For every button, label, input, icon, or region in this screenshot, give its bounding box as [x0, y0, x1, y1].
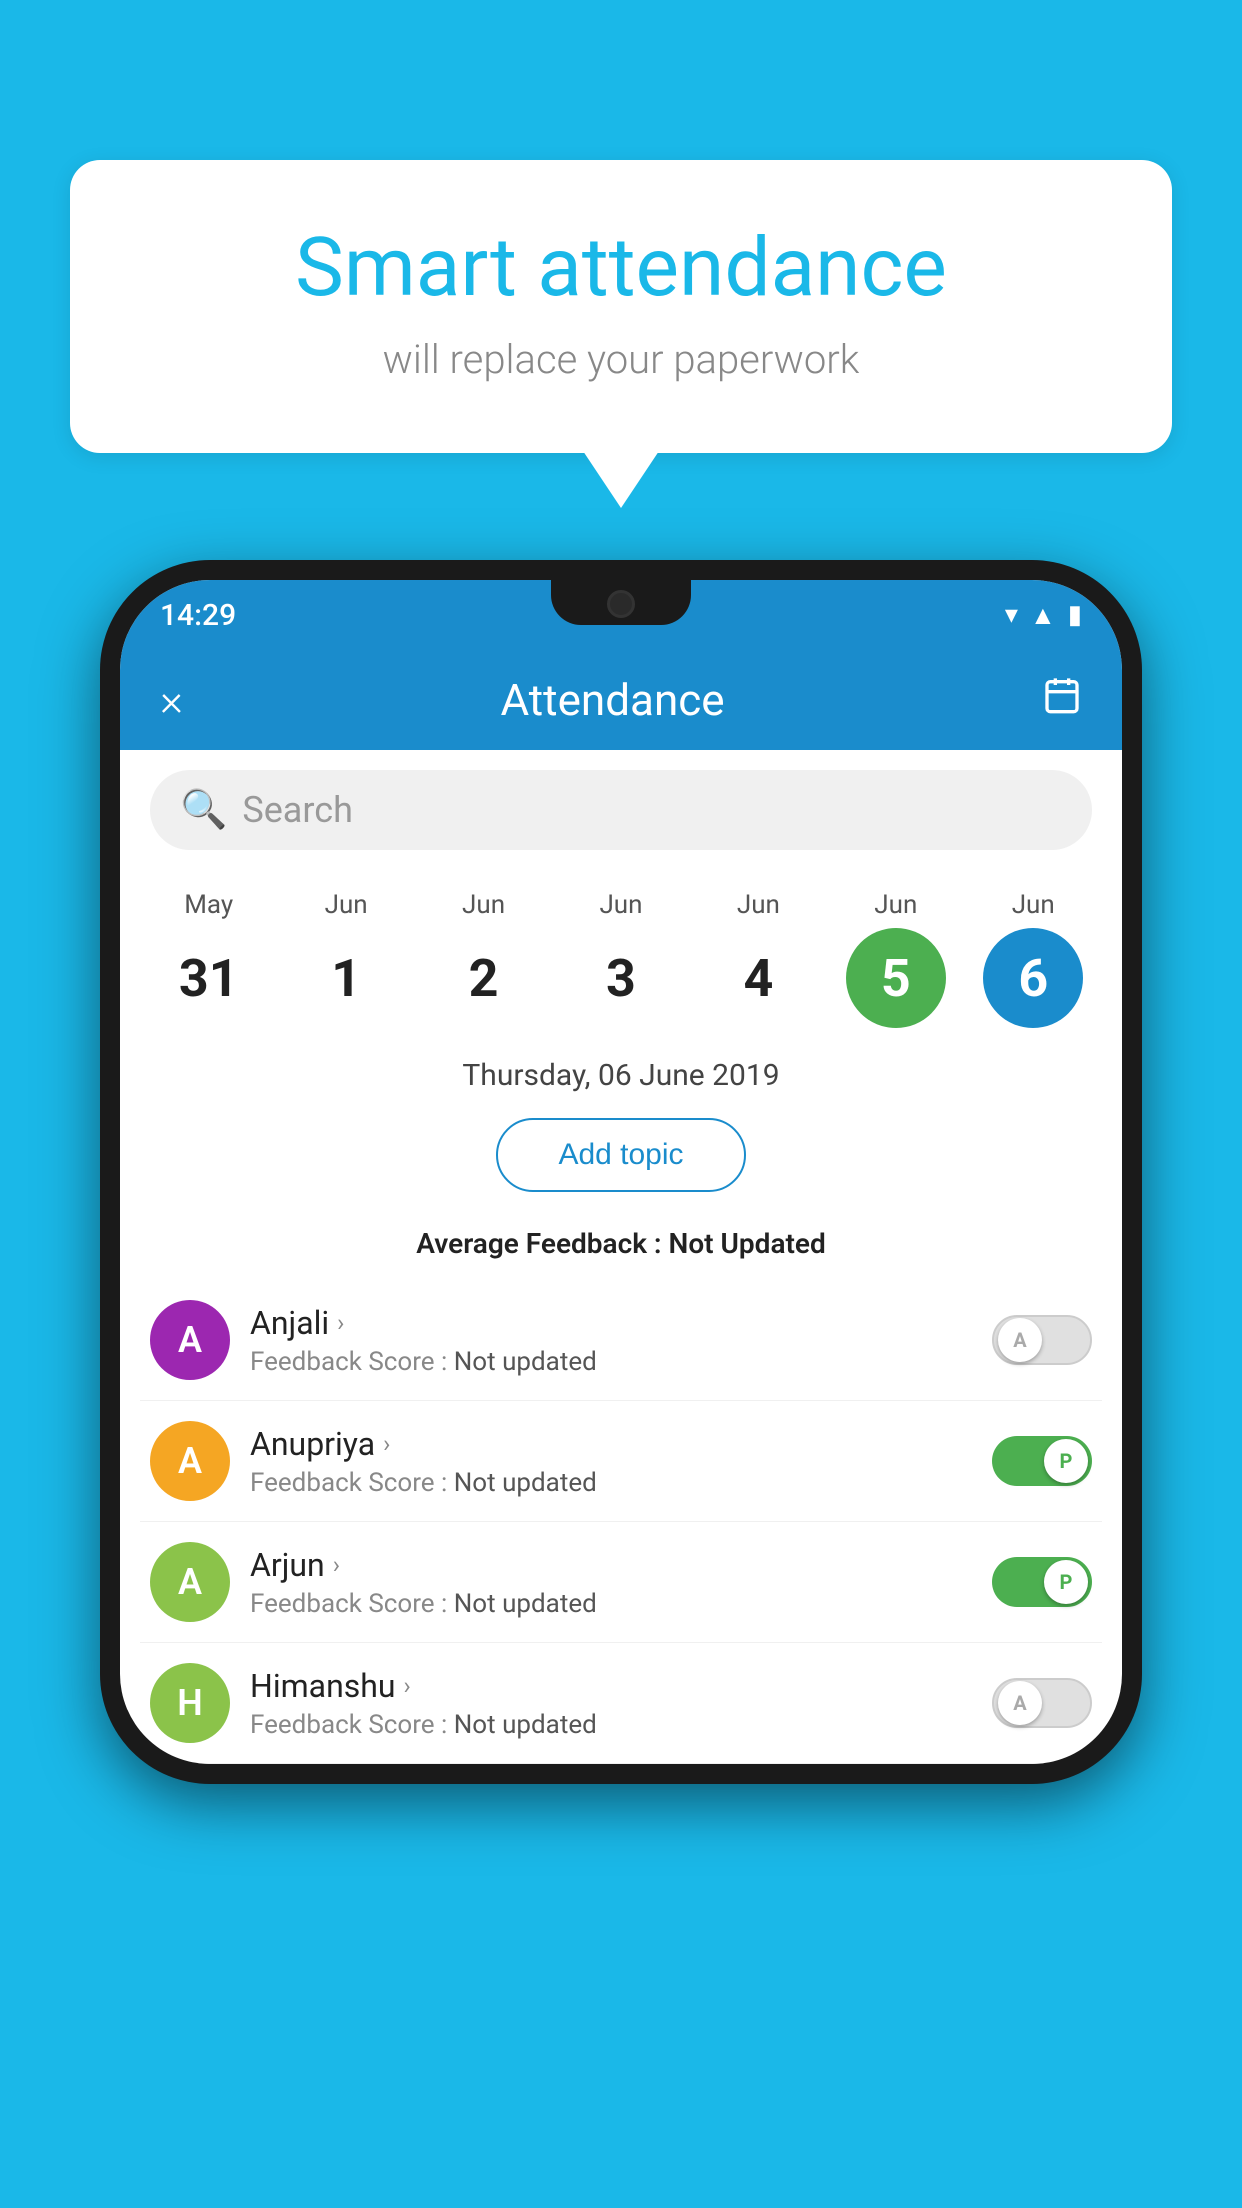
student-score-0: Feedback Score : Not updated	[250, 1347, 972, 1377]
status-icons: ▾ ▲ ▮	[1005, 600, 1082, 631]
student-avatar-1: A	[150, 1421, 230, 1501]
speech-bubble-container: Smart attendance will replace your paper…	[70, 160, 1172, 453]
cal-month-0: May	[184, 890, 233, 920]
search-bar[interactable]: 🔍 Search	[150, 770, 1092, 850]
toggle-knob-3: A	[998, 1681, 1042, 1725]
cal-month-5: Jun	[874, 890, 917, 920]
student-avatar-3: H	[150, 1663, 230, 1743]
phone-camera	[607, 590, 635, 618]
add-topic-button[interactable]: Add topic	[496, 1118, 745, 1192]
calendar-day-0[interactable]: May 31	[149, 890, 269, 1028]
student-score-3: Feedback Score : Not updated	[250, 1710, 972, 1740]
close-button[interactable]: ×	[160, 674, 183, 726]
avg-feedback: Average Feedback : Not Updated	[120, 1212, 1122, 1280]
student-item-1[interactable]: A Anupriya › Feedback Score : Not updated P	[140, 1401, 1102, 1522]
student-arrow-0: ›	[337, 1309, 344, 1337]
student-arrow-2: ›	[333, 1551, 340, 1579]
cal-date-0: 31	[159, 928, 259, 1028]
student-item-3[interactable]: H Himanshu › Feedback Score : Not updated A	[140, 1643, 1102, 1764]
speech-bubble: Smart attendance will replace your paper…	[70, 160, 1172, 453]
cal-date-5: 5	[846, 928, 946, 1028]
toggle-knob-0: A	[998, 1318, 1042, 1362]
student-name-1: Anupriya ›	[250, 1425, 972, 1463]
calendar-day-6[interactable]: Jun 6	[973, 890, 1093, 1028]
phone-container: 14:29 ▾ ▲ ▮ × Attendance	[100, 560, 1142, 1784]
student-info-3: Himanshu › Feedback Score : Not updated	[250, 1667, 972, 1740]
cal-date-6: 6	[983, 928, 1083, 1028]
toggle-knob-2: P	[1044, 1560, 1088, 1604]
cal-month-1: Jun	[325, 890, 368, 920]
app-header: × Attendance	[120, 650, 1122, 750]
calendar-day-5[interactable]: Jun 5	[836, 890, 956, 1028]
student-arrow-1: ›	[383, 1430, 390, 1458]
toggle-knob-1: P	[1044, 1439, 1088, 1483]
student-toggle-3[interactable]: A	[992, 1678, 1092, 1728]
student-list: AAnjali ›Feedback Score : Not updatedAAA…	[120, 1280, 1122, 1764]
cal-month-2: Jun	[462, 890, 505, 920]
student-item-0[interactable]: A Anjali › Feedback Score : Not updated A	[140, 1280, 1102, 1401]
student-toggle-2[interactable]: P	[992, 1557, 1092, 1607]
calendar-day-2[interactable]: Jun 2	[424, 890, 544, 1028]
calendar-icon[interactable]	[1042, 675, 1082, 725]
student-item-2[interactable]: A Arjun › Feedback Score : Not updated P	[140, 1522, 1102, 1643]
cal-month-4: Jun	[737, 890, 780, 920]
signal-icon: ▲	[1030, 600, 1056, 631]
status-time: 14:29	[160, 598, 236, 633]
student-score-1: Feedback Score : Not updated	[250, 1468, 972, 1498]
student-arrow-3: ›	[404, 1672, 411, 1700]
speech-bubble-subtitle: will replace your paperwork	[150, 336, 1092, 383]
student-name-0: Anjali ›	[250, 1304, 972, 1342]
student-name-2: Arjun ›	[250, 1546, 972, 1584]
student-toggle-0[interactable]: A	[992, 1315, 1092, 1365]
calendar-strip: May 31 Jun 1 Jun 2 Jun 3 Jun 4 Jun 5 Jun 6	[120, 870, 1122, 1038]
calendar-day-3[interactable]: Jun 3	[561, 890, 681, 1028]
calendar-day-4[interactable]: Jun 4	[698, 890, 818, 1028]
cal-month-3: Jun	[599, 890, 642, 920]
cal-date-1: 1	[296, 928, 396, 1028]
student-avatar-2: A	[150, 1542, 230, 1622]
search-placeholder: Search	[242, 789, 353, 831]
phone-screen: 14:29 ▾ ▲ ▮ × Attendance	[120, 580, 1122, 1764]
student-info-2: Arjun › Feedback Score : Not updated	[250, 1546, 972, 1619]
wifi-icon: ▾	[1005, 600, 1018, 630]
student-info-0: Anjali › Feedback Score : Not updated	[250, 1304, 972, 1377]
phone-notch	[551, 580, 691, 625]
student-name-3: Himanshu ›	[250, 1667, 972, 1705]
cal-date-2: 2	[434, 928, 534, 1028]
cal-date-3: 3	[571, 928, 671, 1028]
cal-date-4: 4	[708, 928, 808, 1028]
student-info-1: Anupriya › Feedback Score : Not updated	[250, 1425, 972, 1498]
header-title: Attendance	[213, 674, 1012, 726]
student-avatar-0: A	[150, 1300, 230, 1380]
phone-frame: 14:29 ▾ ▲ ▮ × Attendance	[100, 560, 1142, 1784]
search-icon: 🔍	[180, 788, 227, 832]
speech-bubble-title: Smart attendance	[150, 220, 1092, 316]
student-toggle-1[interactable]: P	[992, 1436, 1092, 1486]
calendar-day-1[interactable]: Jun 1	[286, 890, 406, 1028]
selected-date-label: Thursday, 06 June 2019	[120, 1038, 1122, 1103]
battery-icon: ▮	[1068, 600, 1082, 630]
cal-month-6: Jun	[1012, 890, 1055, 920]
student-score-2: Feedback Score : Not updated	[250, 1589, 972, 1619]
